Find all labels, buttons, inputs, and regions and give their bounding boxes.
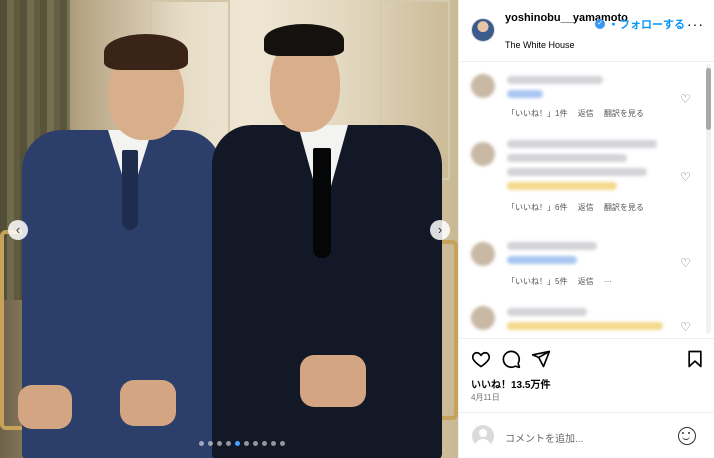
carousel-prev-button[interactable]: ‹	[8, 220, 28, 240]
comment-like-count[interactable]: 「いいね！」5件	[507, 277, 567, 286]
blurred-comment-text	[507, 322, 663, 330]
comment-list: 「いいね！」1件 返信 翻訳を見る ♡ 「いいね！」6件 返信 翻訳を見る ♡	[459, 62, 714, 338]
comment-reply-button[interactable]: 返信	[578, 277, 594, 286]
action-bar: いいね！13.5万件 4月11日	[459, 338, 714, 408]
send-icon[interactable]	[531, 349, 551, 369]
commenter-avatar[interactable]	[471, 74, 495, 98]
blurred-comment-text	[507, 182, 617, 190]
follow-button[interactable]: ・フォローする	[608, 16, 685, 32]
carousel-dot	[271, 441, 276, 446]
blurred-comment-text	[507, 154, 627, 162]
carousel-dot	[244, 441, 249, 446]
carousel-dot	[199, 441, 204, 446]
comment-item: 「いいね！」6件 返信 翻訳を見る ♡	[459, 134, 714, 224]
blurred-comment-text	[507, 90, 543, 98]
person-left-tie	[122, 150, 138, 230]
comment-meta: 「いいね！」6件 返信 翻訳を見る	[507, 202, 652, 213]
comment-like-heart-icon[interactable]: ♡	[680, 256, 691, 270]
carousel-dot	[217, 441, 222, 446]
commenter-avatar[interactable]	[471, 142, 495, 166]
commenter-avatar[interactable]	[471, 242, 495, 266]
comment-reply-button[interactable]: 返信	[578, 109, 594, 118]
comment-item: 「いいね！」1件 返信 翻訳を見る ♡	[459, 70, 714, 130]
carousel-indicator	[199, 441, 285, 446]
comment-translate-button[interactable]: 翻訳を見る	[604, 203, 644, 212]
person-left-hand	[18, 385, 72, 429]
commenter-avatar[interactable]	[471, 306, 495, 330]
comment-more-icon[interactable]: ···	[604, 277, 612, 286]
comment-meta: 「いいね！」1件 返信 翻訳を見る	[507, 108, 652, 119]
blurred-username	[507, 76, 603, 84]
comment-like-heart-icon[interactable]: ♡	[680, 92, 691, 106]
blurred-username	[507, 140, 657, 148]
blurred-comment-text	[507, 256, 577, 264]
carousel-dot	[253, 441, 258, 446]
carousel-dot	[262, 441, 267, 446]
heart-icon[interactable]	[471, 349, 491, 369]
bookmark-icon[interactable]	[685, 349, 705, 369]
comment-item: 「いいね！」5件 返信 ··· ♡	[459, 234, 714, 294]
person-right-tie	[313, 148, 331, 258]
current-user-avatar	[472, 425, 494, 447]
post-header: yoshinobu__yamamoto ✓ ・フォローする ··· The Wh…	[459, 0, 714, 62]
like-count[interactable]: いいね！13.5万件	[471, 376, 550, 391]
comment-like-heart-icon[interactable]: ♡	[680, 170, 691, 184]
more-options-icon[interactable]: ···	[687, 16, 704, 32]
person-right-hair	[264, 24, 344, 56]
carousel-dot	[280, 441, 285, 446]
comment-like-count[interactable]: 「いいね！」1件	[507, 109, 567, 118]
comment-like-count[interactable]: 「いいね！」6件	[507, 203, 567, 212]
author-username[interactable]: yoshinobu__yamamoto	[505, 12, 628, 25]
post-date[interactable]: 4月11日	[471, 392, 500, 403]
comment-compose: コメントを追加...	[459, 412, 714, 458]
comment-reply-button[interactable]: 返信	[578, 203, 594, 212]
blurred-username	[507, 242, 597, 250]
carousel-dot	[226, 441, 231, 446]
author-avatar[interactable]	[471, 18, 495, 42]
person-left-hair	[104, 34, 188, 70]
emoji-icon[interactable]	[678, 427, 696, 445]
comment-like-heart-icon[interactable]: ♡	[680, 320, 691, 334]
post-photo: ‹ ›	[0, 0, 458, 458]
carousel-next-button[interactable]: ›	[430, 220, 450, 240]
comment-item: ♡	[459, 302, 714, 338]
blurred-comment-text	[507, 168, 647, 176]
post-sidebar: yoshinobu__yamamoto ✓ ・フォローする ··· The Wh…	[458, 0, 714, 458]
verified-badge-icon: ✓	[595, 19, 605, 29]
comment-meta: 「いいね！」5件 返信 ···	[507, 276, 620, 287]
blurred-username	[507, 308, 587, 316]
comment-icon[interactable]	[501, 349, 521, 369]
person-left-hand	[120, 380, 176, 426]
carousel-dot	[208, 441, 213, 446]
post-location[interactable]: The White House	[505, 40, 575, 50]
comment-input[interactable]: コメントを追加...	[505, 430, 583, 445]
comment-translate-button[interactable]: 翻訳を見る	[604, 109, 644, 118]
person-right-hand	[300, 355, 366, 407]
carousel-dot	[235, 441, 240, 446]
